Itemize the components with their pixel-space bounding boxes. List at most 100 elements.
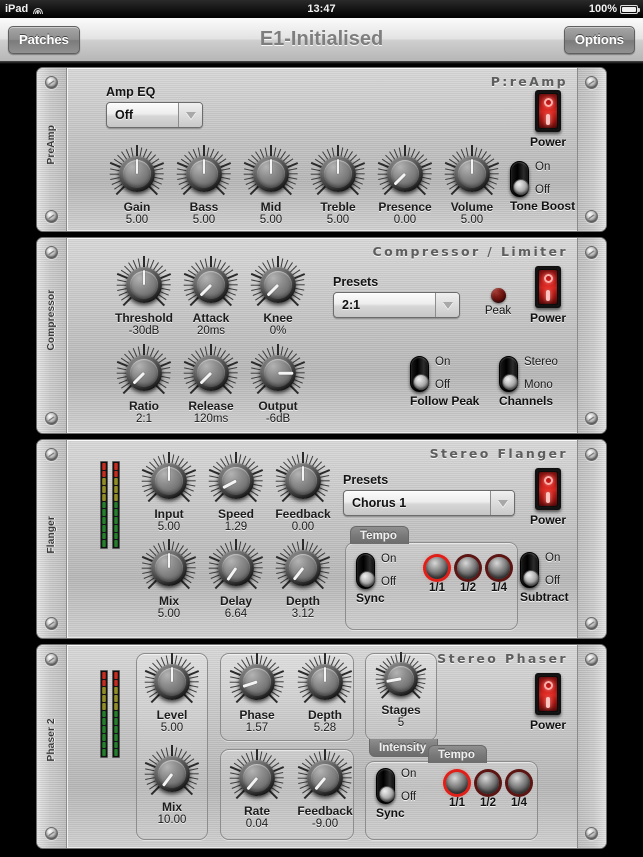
knob-mix[interactable]: Mix 5.00 bbox=[138, 539, 200, 620]
knob-mid-dial[interactable] bbox=[244, 145, 299, 197]
knob-mid[interactable]: Mid 5.00 bbox=[240, 145, 302, 226]
flanger-tempo-1-2-button[interactable] bbox=[457, 557, 479, 579]
knob-treble-dial[interactable] bbox=[311, 145, 366, 197]
flanger-power[interactable]: Power bbox=[520, 468, 576, 527]
knob-phaser-feedback[interactable]: Feedback -9.00 bbox=[294, 749, 356, 830]
knob-phaser-mix-dial[interactable] bbox=[145, 745, 200, 797]
knob-output-dial[interactable] bbox=[251, 344, 306, 396]
knob-input-dial[interactable] bbox=[142, 452, 197, 504]
knob-mid-value: 5.00 bbox=[259, 214, 283, 226]
toggle-channels[interactable]: Stereo Mono Channels bbox=[499, 356, 558, 408]
phaser-tempo-1-4-button[interactable] bbox=[508, 772, 530, 794]
chevron-down-icon bbox=[178, 103, 202, 127]
knob-bass[interactable]: Bass 5.00 bbox=[173, 145, 235, 226]
knob-rate[interactable]: Rate 0.04 bbox=[226, 749, 288, 830]
phaser-tempo-1-2-button[interactable] bbox=[477, 772, 499, 794]
knob-level-dial[interactable] bbox=[145, 653, 200, 705]
phaser-tempo-1-4[interactable]: 1/4 bbox=[504, 772, 534, 809]
knob-feedback-dial[interactable] bbox=[276, 452, 331, 504]
knob-phaser-feedback-dial[interactable] bbox=[298, 749, 353, 801]
knob-phaser-mix-value: 10.00 bbox=[157, 814, 187, 826]
knob-delay-dial[interactable] bbox=[209, 539, 264, 591]
knob-speed-dial[interactable] bbox=[209, 452, 264, 504]
compressor-power[interactable]: Power bbox=[520, 266, 576, 325]
options-button[interactable]: Options bbox=[563, 25, 635, 54]
flanger-tempo-1-1-label: 1/1 bbox=[429, 582, 445, 594]
flanger-tempo-1-4-button[interactable] bbox=[488, 557, 510, 579]
knob-output[interactable]: Output -6dB bbox=[247, 344, 309, 425]
follow-peak-switch[interactable] bbox=[410, 356, 429, 392]
power-rocker-icon[interactable] bbox=[535, 266, 561, 308]
knob-phaser-mix[interactable]: Mix 10.00 bbox=[141, 745, 203, 826]
compressor-presets-dropdown[interactable]: 2:1 bbox=[333, 292, 460, 318]
knob-knee-label: Knee bbox=[263, 311, 293, 325]
knob-stages-dial[interactable] bbox=[375, 652, 427, 700]
knob-mix-dial[interactable] bbox=[142, 539, 197, 591]
power-rocker-icon[interactable] bbox=[535, 90, 561, 132]
phaser-tempo-1-1[interactable]: 1/1 bbox=[442, 772, 472, 809]
knob-attack[interactable]: Attack 20ms bbox=[180, 256, 242, 337]
knob-release-dial[interactable] bbox=[184, 344, 239, 396]
knob-rate-dial[interactable] bbox=[230, 749, 285, 801]
knob-feedback[interactable]: Feedback 0.00 bbox=[272, 452, 334, 533]
knob-phase-label: Phase bbox=[239, 708, 275, 722]
toggle-phaser-sync[interactable]: On Off Sync bbox=[376, 768, 416, 820]
knob-phase-dial[interactable] bbox=[230, 653, 285, 705]
knob-attack-dial[interactable] bbox=[184, 256, 239, 308]
knob-level[interactable]: Level 5.00 bbox=[141, 653, 203, 734]
knob-ratio[interactable]: Ratio 2:1 bbox=[113, 344, 175, 425]
knob-release[interactable]: Release 120ms bbox=[180, 344, 242, 425]
knob-phase[interactable]: Phase 1.57 bbox=[226, 653, 288, 734]
flanger-sync-switch[interactable] bbox=[356, 553, 375, 589]
flanger-tempo-1-1[interactable]: 1/1 bbox=[422, 557, 452, 594]
knob-phaser-depth[interactable]: Depth 5.28 bbox=[294, 653, 356, 734]
knob-input[interactable]: Input 5.00 bbox=[138, 452, 200, 533]
knob-speed-label: Speed bbox=[217, 507, 254, 521]
phaser-sync-switch[interactable] bbox=[376, 768, 395, 804]
knob-threshold[interactable]: Threshold -30dB bbox=[113, 256, 175, 337]
knob-speed[interactable]: Speed 1.29 bbox=[205, 452, 267, 533]
knob-gain-dial[interactable] bbox=[110, 145, 165, 197]
tone-boost-switch[interactable] bbox=[510, 161, 529, 197]
knob-treble[interactable]: Treble 5.00 bbox=[307, 145, 369, 226]
knob-volume[interactable]: Volume 5.00 bbox=[441, 145, 503, 226]
flanger-presets-dropdown[interactable]: Chorus 1 bbox=[343, 490, 515, 516]
flanger-tempo-1-4[interactable]: 1/4 bbox=[484, 557, 514, 594]
knob-phaser-depth-dial[interactable] bbox=[298, 653, 353, 705]
phaser-title: Stereo Phaser bbox=[437, 651, 568, 666]
phaser-tempo-1-1-button[interactable] bbox=[446, 772, 468, 794]
toggle-subtract[interactable]: On Off Subtract bbox=[520, 552, 569, 604]
knob-presence[interactable]: Presence 0.00 bbox=[374, 145, 436, 226]
knob-knee-value: 0% bbox=[269, 325, 287, 337]
knob-depth[interactable]: Depth 3.12 bbox=[272, 539, 334, 620]
follow-peak-off-label: Off bbox=[435, 379, 451, 391]
flanger-tempo-1-1-button[interactable] bbox=[426, 557, 448, 579]
preamp-power[interactable]: Power bbox=[520, 90, 576, 149]
toggle-follow-peak[interactable]: On Off Follow Peak bbox=[410, 356, 479, 408]
knob-ratio-dial[interactable] bbox=[117, 344, 172, 396]
knob-volume-dial[interactable] bbox=[445, 145, 500, 197]
phaser-sync-off-label: Off bbox=[401, 791, 417, 803]
knob-stages[interactable]: Stages 5 bbox=[370, 652, 432, 729]
amp-eq-dropdown[interactable]: Off bbox=[106, 102, 203, 128]
knob-delay[interactable]: Delay 6.64 bbox=[205, 539, 267, 620]
phaser-power[interactable]: Power bbox=[520, 673, 576, 732]
knob-gain[interactable]: Gain 5.00 bbox=[106, 145, 168, 226]
toggle-tone-boost[interactable]: On Off Tone Boost bbox=[510, 161, 575, 213]
knob-threshold-value: -30dB bbox=[128, 325, 160, 337]
patches-button[interactable]: Patches bbox=[8, 25, 80, 54]
phaser-tempo-1-2[interactable]: 1/2 bbox=[473, 772, 503, 809]
flanger-tempo-group: Tempo On Off Sync 1/1 1/2 1/4 bbox=[345, 526, 518, 630]
toggle-flanger-sync[interactable]: On Off Sync bbox=[356, 553, 396, 605]
knob-threshold-dial[interactable] bbox=[117, 256, 172, 308]
knob-knee[interactable]: Knee 0% bbox=[247, 256, 309, 337]
power-rocker-icon[interactable] bbox=[535, 468, 561, 510]
flanger-tempo-1-2[interactable]: 1/2 bbox=[453, 557, 483, 594]
knob-depth-dial[interactable] bbox=[276, 539, 331, 591]
channels-switch[interactable] bbox=[499, 356, 518, 392]
knob-bass-dial[interactable] bbox=[177, 145, 232, 197]
power-rocker-icon[interactable] bbox=[535, 673, 561, 715]
knob-knee-dial[interactable] bbox=[251, 256, 306, 308]
knob-presence-dial[interactable] bbox=[378, 145, 433, 197]
subtract-switch[interactable] bbox=[520, 552, 539, 588]
